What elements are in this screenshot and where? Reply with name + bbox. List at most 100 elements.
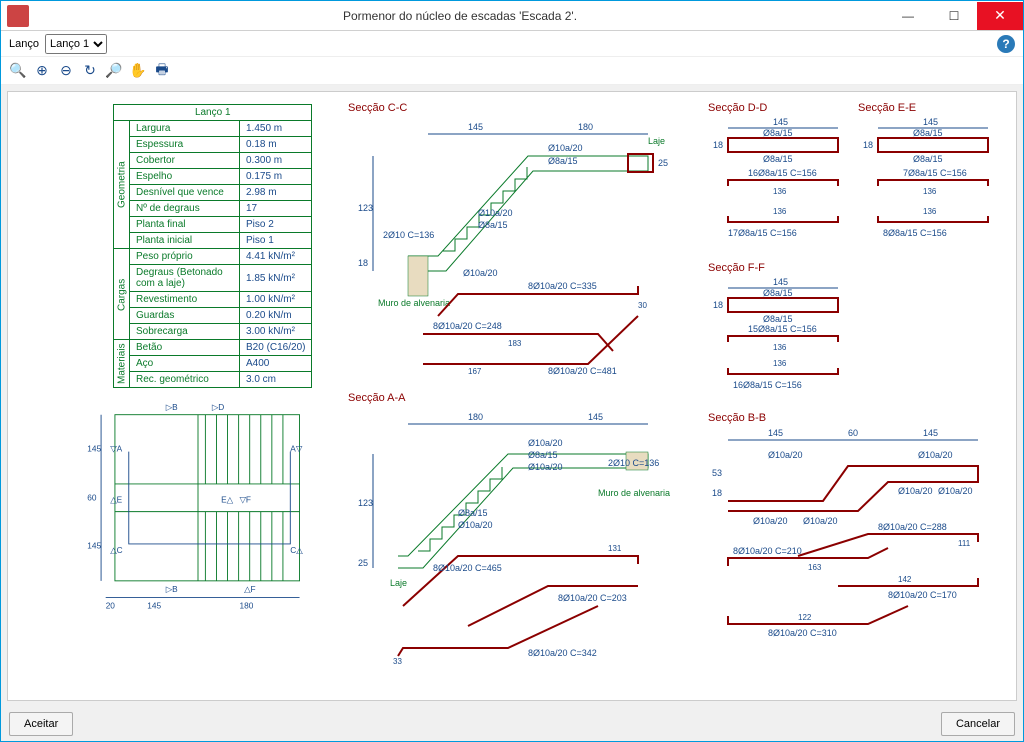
svg-text:Ø8a/15: Ø8a/15 bbox=[763, 154, 793, 164]
svg-text:18: 18 bbox=[712, 488, 722, 498]
maximize-button[interactable]: ☐ bbox=[931, 2, 977, 30]
cancel-button[interactable]: Cancelar bbox=[941, 712, 1015, 736]
print-icon[interactable]: 🖶 bbox=[153, 62, 171, 80]
svg-text:8Ø10a/20 C=465: 8Ø10a/20 C=465 bbox=[433, 563, 502, 573]
svg-text:▽F: ▽F bbox=[240, 494, 251, 504]
svg-text:145: 145 bbox=[773, 117, 788, 127]
svg-text:136: 136 bbox=[773, 207, 787, 216]
svg-text:53: 53 bbox=[712, 468, 722, 478]
svg-text:15Ø8a/15 C=156: 15Ø8a/15 C=156 bbox=[748, 324, 817, 334]
svg-text:△F: △F bbox=[244, 584, 255, 594]
svg-text:8Ø10a/20 C=342: 8Ø10a/20 C=342 bbox=[528, 648, 597, 658]
svg-text:180: 180 bbox=[578, 122, 593, 132]
svg-text:Ø8a/15: Ø8a/15 bbox=[913, 154, 943, 164]
svg-text:Ø10a/20: Ø10a/20 bbox=[938, 486, 973, 496]
section-dd: Secção D-D 145 18 Ø8a/15 Ø8a/15 16Ø8a/15… bbox=[708, 102, 848, 269]
svg-text:C△: C△ bbox=[290, 545, 303, 555]
svg-text:33: 33 bbox=[393, 657, 402, 666]
properties-table: Lanço 1 Geometria Largura1.450 m Espessu… bbox=[113, 104, 312, 388]
svg-text:Ø8a/15: Ø8a/15 bbox=[763, 288, 793, 298]
window-title: Pormenor do núcleo de escadas 'Escada 2'… bbox=[35, 9, 885, 23]
svg-text:A▽: A▽ bbox=[290, 444, 303, 454]
svg-text:145: 145 bbox=[87, 444, 101, 454]
svg-text:Ø8a/15: Ø8a/15 bbox=[528, 450, 558, 460]
svg-text:136: 136 bbox=[923, 207, 937, 216]
drawing-canvas[interactable]: Lanço 1 Geometria Largura1.450 m Espessu… bbox=[7, 91, 1017, 701]
svg-text:123: 123 bbox=[358, 203, 373, 213]
svg-text:183: 183 bbox=[508, 339, 522, 348]
svg-text:▷B: ▷B bbox=[166, 584, 178, 594]
svg-text:18: 18 bbox=[713, 300, 723, 310]
svg-text:20: 20 bbox=[106, 601, 116, 611]
svg-text:131: 131 bbox=[608, 544, 622, 553]
svg-text:145: 145 bbox=[588, 412, 603, 422]
svg-text:145: 145 bbox=[923, 428, 938, 438]
dialog-footer: Aceitar Cancelar bbox=[1, 707, 1023, 741]
svg-text:167: 167 bbox=[468, 367, 482, 376]
svg-text:8Ø10a/20 C=170: 8Ø10a/20 C=170 bbox=[888, 590, 957, 600]
svg-text:2Ø10 C=136: 2Ø10 C=136 bbox=[383, 230, 434, 240]
svg-text:Ø8a/15: Ø8a/15 bbox=[548, 156, 578, 166]
section-bb: Secção B-B 145 60 145 53 18 Ø10a/20 Ø10a… bbox=[708, 412, 998, 649]
svg-text:Muro de alvenaria: Muro de alvenaria bbox=[598, 488, 670, 498]
svg-text:Ø10a/20: Ø10a/20 bbox=[458, 520, 493, 530]
svg-text:Ø10a/20: Ø10a/20 bbox=[463, 268, 498, 278]
svg-text:16Ø8a/15 C=156: 16Ø8a/15 C=156 bbox=[733, 380, 802, 390]
svg-text:163: 163 bbox=[808, 563, 822, 572]
svg-text:122: 122 bbox=[798, 613, 812, 622]
zoom-in-icon[interactable]: ⊖ bbox=[57, 62, 75, 80]
svg-text:Ø10a/20: Ø10a/20 bbox=[528, 438, 563, 448]
svg-text:30: 30 bbox=[638, 301, 647, 310]
svg-text:145: 145 bbox=[768, 428, 783, 438]
help-icon[interactable]: ? bbox=[997, 35, 1015, 53]
titlebar: Pormenor do núcleo de escadas 'Escada 2'… bbox=[1, 1, 1023, 31]
content-area: Lanço 1 Geometria Largura1.450 m Espessu… bbox=[1, 85, 1023, 707]
accept-button[interactable]: Aceitar bbox=[9, 712, 73, 736]
minimize-button[interactable]: — bbox=[885, 2, 931, 30]
zoom-extents-icon[interactable]: ⊕ bbox=[33, 62, 51, 80]
svg-text:Ø10a/20: Ø10a/20 bbox=[753, 516, 788, 526]
svg-text:Ø8a/15: Ø8a/15 bbox=[763, 314, 793, 324]
svg-text:8Ø10a/20 C=210: 8Ø10a/20 C=210 bbox=[733, 546, 802, 556]
svg-text:25: 25 bbox=[658, 158, 668, 168]
svg-text:Muro de alvenaria: Muro de alvenaria bbox=[378, 298, 450, 308]
dialog-window: Pormenor do núcleo de escadas 'Escada 2'… bbox=[0, 0, 1024, 742]
svg-text:Laje: Laje bbox=[648, 136, 665, 146]
dropdown-label: Lanço bbox=[9, 38, 39, 50]
svg-text:Ø10a/20: Ø10a/20 bbox=[803, 516, 838, 526]
svg-text:Ø10a/20: Ø10a/20 bbox=[478, 208, 513, 218]
svg-text:Ø8a/15: Ø8a/15 bbox=[458, 508, 488, 518]
toolbar-top: Lanço Lanço 1 ? bbox=[1, 31, 1023, 57]
svg-text:8Ø10a/20 C=248: 8Ø10a/20 C=248 bbox=[433, 321, 502, 331]
svg-text:2Ø10 C=136: 2Ø10 C=136 bbox=[608, 458, 659, 468]
section-cc: Secção C-C 145 180 Laje 25 bbox=[348, 102, 688, 379]
svg-text:Ø8a/15: Ø8a/15 bbox=[478, 220, 508, 230]
svg-text:Ø8a/15: Ø8a/15 bbox=[763, 128, 793, 138]
svg-text:111: 111 bbox=[958, 539, 971, 548]
zoom-window-icon[interactable]: 🔍 bbox=[9, 62, 27, 80]
svg-text:123: 123 bbox=[358, 498, 373, 508]
close-button[interactable]: ✕ bbox=[977, 2, 1023, 30]
zoom-realtime-icon[interactable]: 🔎 bbox=[105, 62, 123, 80]
svg-text:145: 145 bbox=[923, 117, 938, 127]
svg-text:60: 60 bbox=[848, 428, 858, 438]
svg-text:E△: E△ bbox=[221, 494, 234, 504]
svg-text:8Ø10a/20 C=310: 8Ø10a/20 C=310 bbox=[768, 628, 837, 638]
svg-text:60: 60 bbox=[87, 493, 97, 503]
svg-text:145: 145 bbox=[773, 277, 788, 287]
svg-text:25: 25 bbox=[358, 558, 368, 568]
flight-select[interactable]: Lanço 1 bbox=[45, 34, 107, 54]
svg-text:8Ø10a/20 C=481: 8Ø10a/20 C=481 bbox=[548, 366, 617, 376]
svg-text:Ø10a/20: Ø10a/20 bbox=[898, 486, 933, 496]
svg-text:136: 136 bbox=[773, 359, 787, 368]
svg-text:7Ø8a/15 C=156: 7Ø8a/15 C=156 bbox=[903, 168, 967, 178]
svg-text:180: 180 bbox=[240, 601, 254, 611]
pan-icon[interactable]: ✋ bbox=[129, 62, 147, 80]
svg-text:Ø10a/20: Ø10a/20 bbox=[918, 450, 953, 460]
svg-text:△C: △C bbox=[110, 545, 122, 555]
section-ee: Secção E-E 145 18 Ø8a/15 Ø8a/15 7Ø8a/15 … bbox=[858, 102, 998, 269]
section-aa: Secção A-A 180 145 Muro de alvenaria Laj… bbox=[348, 392, 688, 669]
refresh-icon[interactable]: ↻ bbox=[81, 62, 99, 80]
svg-text:136: 136 bbox=[923, 187, 937, 196]
svg-text:Laje: Laje bbox=[390, 578, 407, 588]
